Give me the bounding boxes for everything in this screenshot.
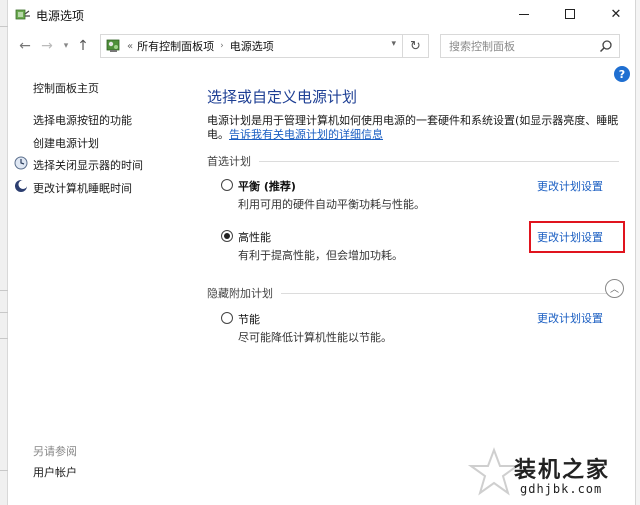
highlight-annotation-box (529, 221, 625, 253)
sidebar-item-display-off-time[interactable]: 选择关闭显示器的时间 (33, 157, 143, 173)
control-panel-icon (106, 39, 120, 52)
breadcrumb-separator-icon[interactable]: › (220, 41, 224, 51)
maximize-icon (565, 9, 575, 19)
chevron-down-icon: ▾ (63, 41, 69, 51)
address-bar[interactable]: « 所有控制面板项 › 电源选项 ▾ (100, 34, 403, 58)
title-bar[interactable]: 电源选项 ✕ (8, 0, 635, 28)
help-icon: ? (618, 67, 626, 81)
forward-button[interactable]: → (38, 36, 56, 56)
close-icon: ✕ (610, 6, 622, 22)
sidebar-item-user-accounts[interactable]: 用户帐户 (33, 464, 77, 480)
edge-line (0, 312, 8, 313)
window-title: 电源选项 (36, 9, 85, 23)
arrow-left-icon: ← (19, 38, 31, 54)
plan-high-performance-radio[interactable] (221, 230, 233, 242)
background-window-edge (0, 0, 8, 505)
maximize-button[interactable] (547, 0, 593, 28)
see-also-heading: 另请参阅 (33, 445, 77, 458)
description-prefix: 电。 (207, 128, 229, 141)
minimize-icon (519, 13, 529, 15)
close-button[interactable]: ✕ (593, 0, 639, 28)
hidden-plans-header: 隐藏附加计划 (207, 285, 619, 301)
edge-line (0, 26, 8, 27)
preferred-plans-label: 首选计划 (207, 155, 251, 168)
collapse-hidden-plans-button[interactable]: ︿ (605, 279, 624, 298)
power-plan-info-link[interactable]: 告诉我有关电源计划的详细信息 (229, 128, 383, 141)
refresh-icon: ↻ (410, 38, 421, 54)
sidebar-item-create-power-plan[interactable]: 创建电源计划 (33, 135, 99, 151)
description-line-2: 电。告诉我有关电源计划的详细信息 (207, 126, 383, 142)
recent-locations-button[interactable]: ▾ (60, 36, 72, 56)
star-logo-icon (468, 447, 520, 496)
edge-line (0, 290, 8, 291)
breadcrumb-all-control-panel-items[interactable]: 所有控制面板项 (137, 38, 214, 54)
edge-line (0, 470, 8, 471)
edge-line (0, 338, 8, 339)
background-window-edge-right (635, 0, 640, 505)
divider (259, 160, 619, 162)
navigation-bar: ← → ▾ ↑ « 所有控制面板项 › 电源选项 ▾ ↻ (8, 32, 635, 60)
help-button[interactable]: ? (614, 66, 630, 82)
power-options-window: 电源选项 ✕ ← → ▾ ↑ « 所有控制面板项 › 电源选项 ▾ ↻ 搜索控制… (8, 0, 635, 505)
plan-balanced-description: 利用可用的硬件自动平衡功耗与性能。 (238, 198, 425, 211)
preferred-plans-header: 首选计划 (207, 153, 619, 169)
plan-high-performance-description: 有利于提高性能，但会增加功耗。 (238, 249, 403, 262)
plan-power-saver-description: 尽可能降低计算机性能以节能。 (238, 331, 392, 344)
address-overflow[interactable]: « (127, 41, 133, 52)
display-timer-icon (14, 156, 28, 170)
power-options-icon (15, 9, 30, 20)
sidebar-item-control-panel-home[interactable]: 控制面板主页 (33, 80, 99, 96)
change-plan-settings-power-saver[interactable]: 更改计划设置 (537, 310, 603, 326)
watermark: 装机之家 gdhjbk.com (468, 446, 638, 504)
watermark-title: 装机之家 (514, 458, 611, 483)
plan-power-saver-name[interactable]: 节能 (238, 311, 260, 327)
refresh-button[interactable]: ↻ (403, 34, 429, 58)
plan-power-saver-radio[interactable] (221, 312, 233, 324)
divider (281, 292, 619, 294)
search-input[interactable] (449, 39, 599, 53)
arrow-up-icon: ↑ (77, 38, 89, 54)
sidebar-item-power-button-function[interactable]: 选择电源按钮的功能 (33, 112, 132, 128)
hidden-plans-label: 隐藏附加计划 (207, 287, 273, 300)
address-dropdown-icon[interactable]: ▾ (391, 39, 396, 49)
up-button[interactable]: ↑ (74, 36, 92, 56)
breadcrumb-power-options[interactable]: 电源选项 (230, 38, 274, 54)
sidebar-item-sleep-time[interactable]: 更改计算机睡眠时间 (33, 180, 132, 196)
chevron-up-icon: ︿ (609, 285, 619, 295)
watermark-url: gdhjbk.com (520, 482, 603, 496)
minimize-button[interactable] (501, 0, 547, 28)
page-title: 选择或自定义电源计划 (207, 88, 358, 106)
search-box[interactable] (440, 34, 620, 58)
plan-balanced-name[interactable]: 平衡 (推荐) (238, 178, 296, 194)
sidebar: 控制面板主页 选择电源按钮的功能 创建电源计划 选择关闭显示器的时间 更改计算机… (8, 64, 188, 504)
plan-high-performance-name[interactable]: 高性能 (238, 229, 271, 245)
back-button[interactable]: ← (16, 36, 34, 56)
plan-balanced-radio[interactable] (221, 179, 233, 191)
sleep-moon-icon (15, 180, 28, 192)
arrow-right-icon: → (41, 38, 53, 54)
change-plan-settings-balanced[interactable]: 更改计划设置 (537, 178, 603, 194)
search-icon[interactable] (599, 39, 613, 53)
